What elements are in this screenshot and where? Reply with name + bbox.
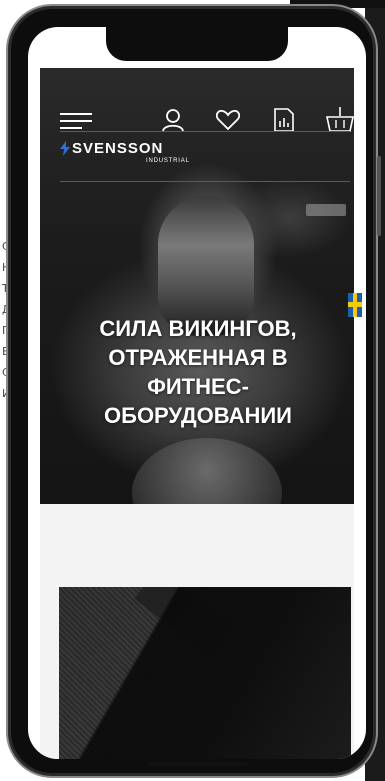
bolt-logo-icon — [60, 141, 71, 161]
brand-name: SVENSSON — [72, 140, 164, 157]
phone-notch — [106, 27, 288, 61]
brand-logo[interactable]: SVENSSON INDUSTRIAL — [60, 140, 220, 170]
basket-icon[interactable] — [326, 106, 354, 137]
brand-tagline: INDUSTRIAL — [146, 158, 190, 164]
user-icon[interactable] — [162, 108, 184, 137]
gym-light — [306, 204, 346, 216]
product-image[interactable] — [59, 587, 351, 759]
divider — [60, 131, 350, 132]
phone-mockup: SVENSSON INDUSTRIAL СИЛА ВИКИНГОВ, ОТРАЖ… — [6, 4, 381, 778]
product-image-shade — [59, 587, 351, 759]
divider — [60, 181, 350, 182]
top-navbar — [40, 68, 354, 132]
hero-title: СИЛА ВИКИНГОВ, ОТРАЖЕННАЯ В ФИТНЕС-ОБОРУ… — [99, 316, 297, 428]
phone-side-button — [377, 156, 381, 236]
hero-banner: SVENSSON INDUSTRIAL СИЛА ВИКИНГОВ, ОТРАЖ… — [40, 68, 354, 504]
chart-document-icon[interactable] — [274, 108, 294, 137]
swedish-flag-icon — [348, 293, 362, 317]
home-indicator — [148, 762, 248, 766]
phone-screen: SVENSSON INDUSTRIAL СИЛА ВИКИНГОВ, ОТРАЖ… — [28, 27, 366, 759]
